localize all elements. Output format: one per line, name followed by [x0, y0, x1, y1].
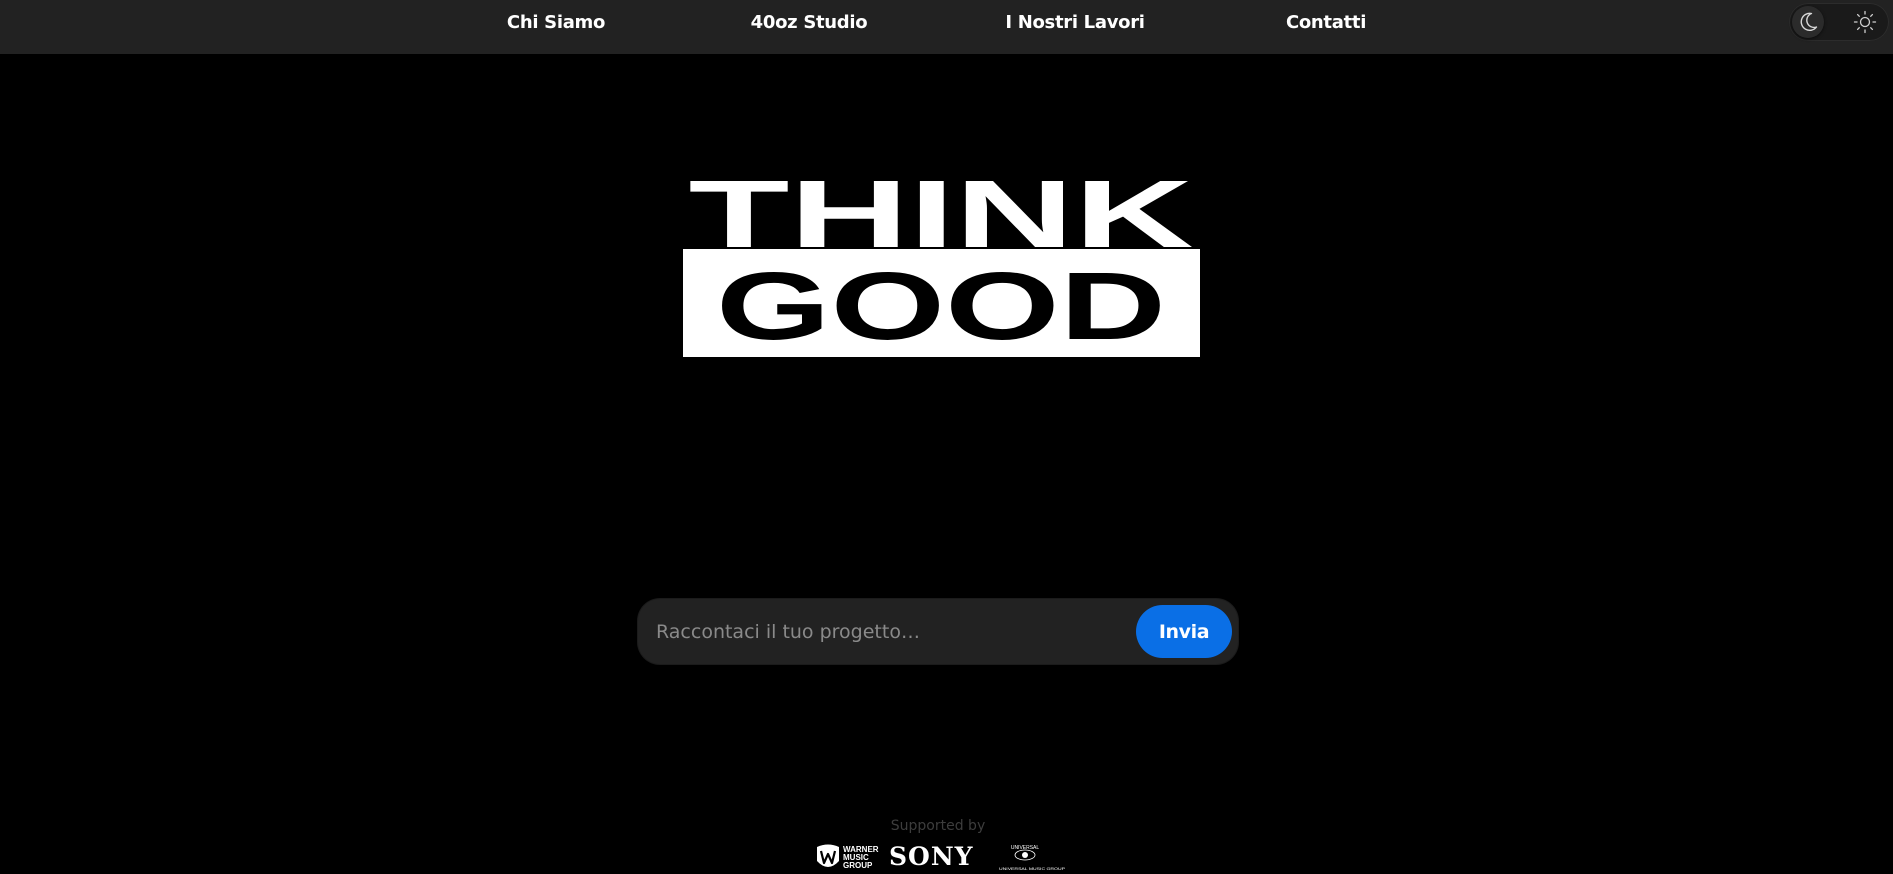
sponsor-logos: WARNER MUSIC GROUP SONY UNIVERSAL UNIVER… [815, 840, 1075, 874]
sun-icon[interactable] [1853, 10, 1877, 34]
nav-link-chi-siamo[interactable]: Chi Siamo [507, 0, 605, 46]
sony-logo: SONY [889, 842, 974, 871]
theme-toggle[interactable] [1789, 3, 1889, 41]
svg-text:UNIVERSAL MUSIC GROUP: UNIVERSAL MUSIC GROUP [999, 866, 1065, 871]
top-nav: Chi Siamo 40oz Studio I Nostri Lavori Co… [0, 0, 1893, 54]
warner-music-group-logo: WARNER MUSIC GROUP [817, 844, 879, 870]
universal-music-group-logo: UNIVERSAL UNIVERSAL MUSIC GROUP [999, 845, 1065, 871]
logo-line-good: GOOD [716, 253, 1166, 357]
nav-link-40oz-studio[interactable]: 40oz Studio [751, 0, 868, 46]
svg-text:UNIVERSAL: UNIVERSAL [1011, 845, 1040, 851]
nav-link-contatti[interactable]: Contatti [1286, 0, 1366, 46]
supported-by-label: Supported by [890, 818, 986, 834]
think-good-logo: THINK GOOD [683, 175, 1200, 357]
svg-text:GROUP: GROUP [843, 861, 873, 870]
moon-icon [1800, 12, 1818, 32]
nav-link-nostri-lavori[interactable]: I Nostri Lavori [1005, 0, 1145, 46]
project-prompt-form: Invia [638, 599, 1238, 664]
page: Chi Siamo 40oz Studio I Nostri Lavori Co… [0, 0, 1893, 874]
project-input[interactable] [656, 599, 1126, 664]
send-button[interactable]: Invia [1136, 605, 1232, 658]
